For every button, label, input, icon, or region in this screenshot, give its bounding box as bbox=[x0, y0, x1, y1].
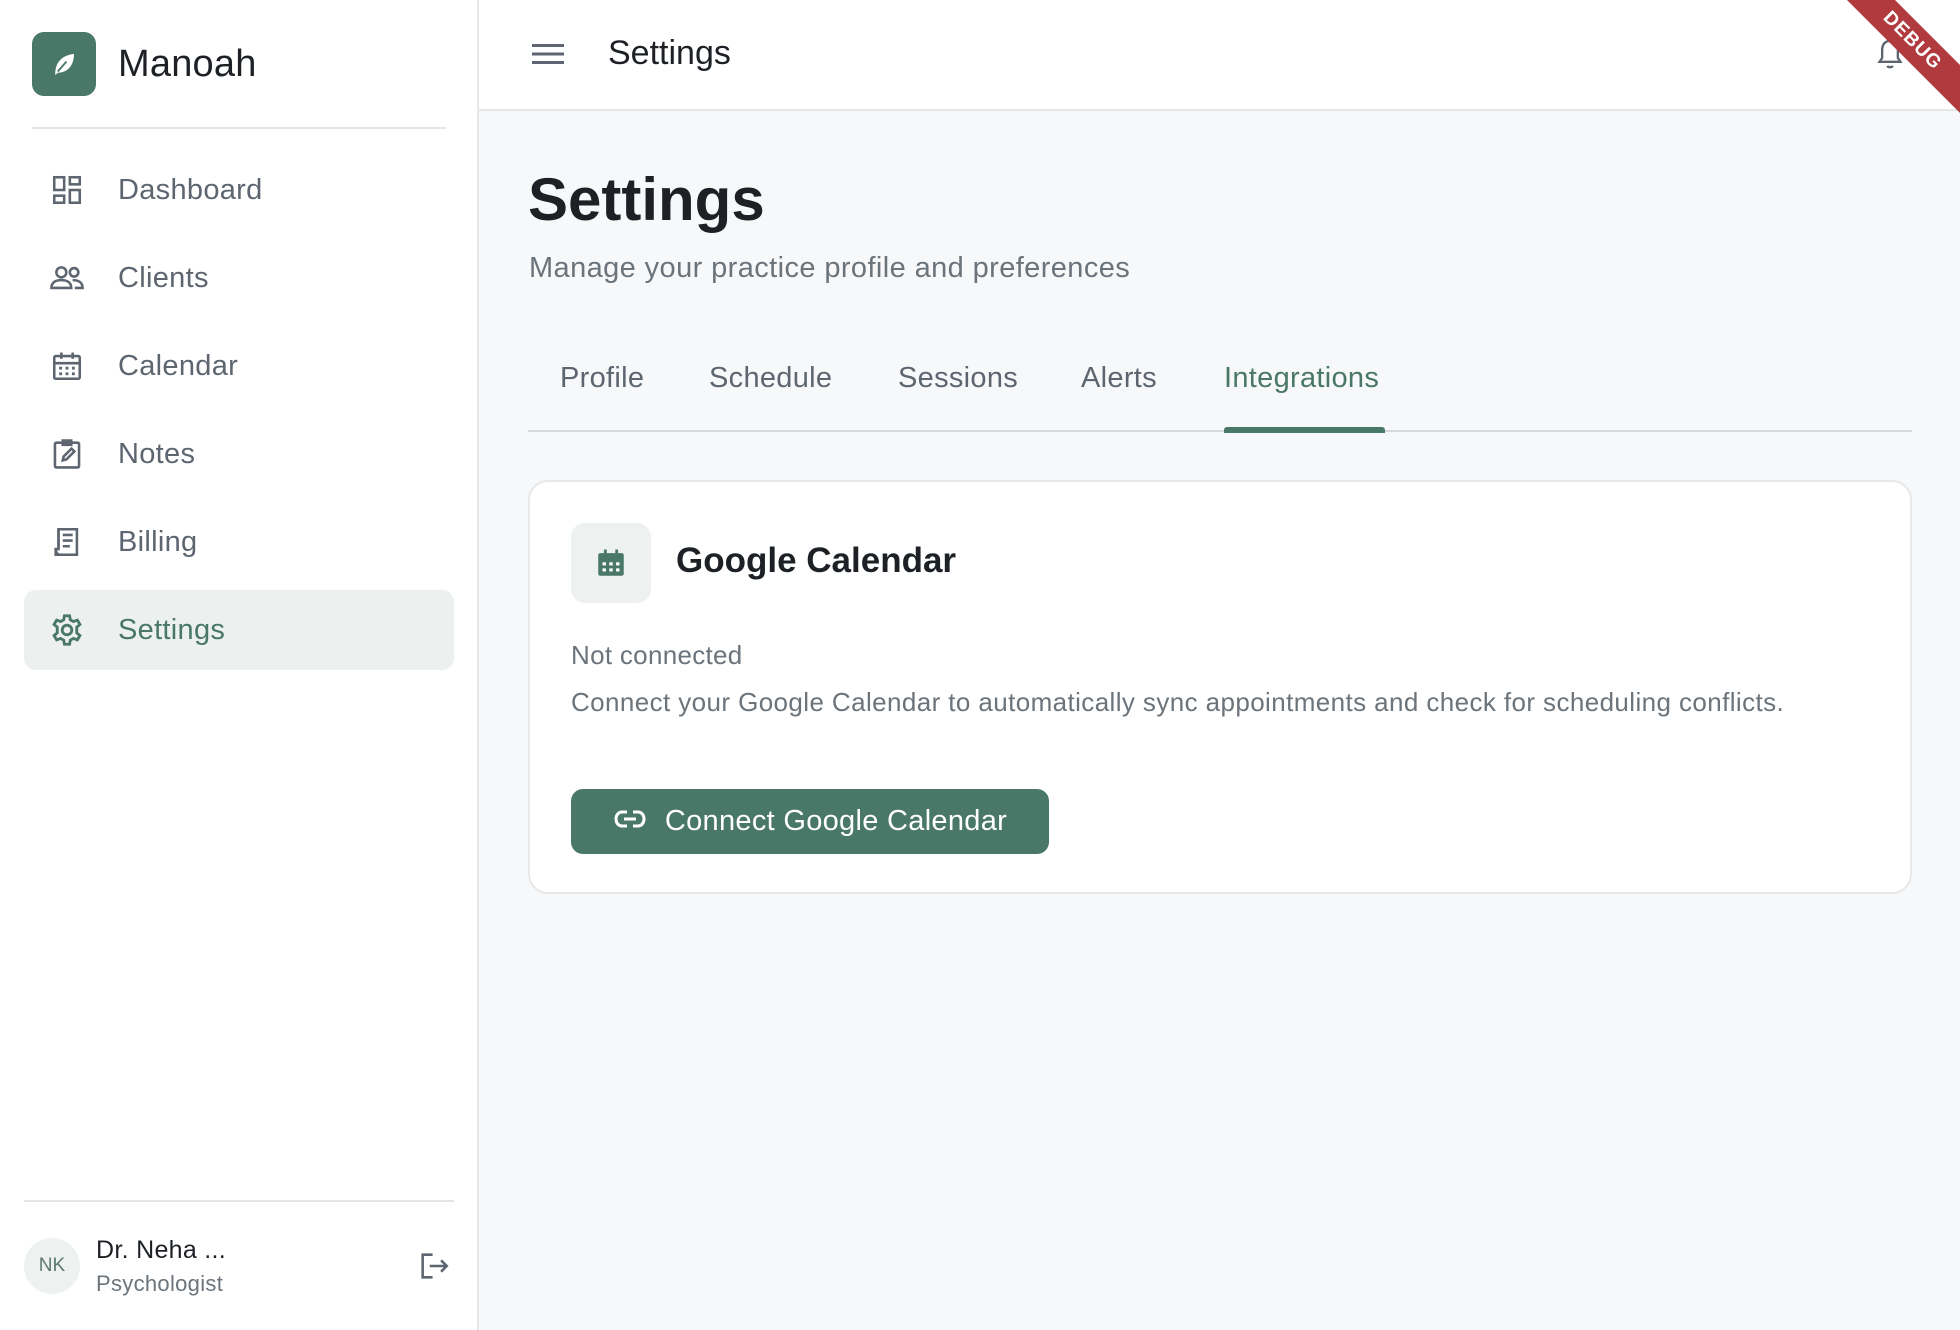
sidebar-item-label: Clients bbox=[118, 261, 209, 294]
connection-status: Not connected bbox=[571, 640, 743, 670]
connect-button-label: Connect Google Calendar bbox=[664, 805, 1008, 837]
sidebar-item-label: Notes bbox=[118, 437, 196, 470]
sidebar-item-calendar[interactable]: Calendar bbox=[24, 326, 454, 406]
logout-icon bbox=[417, 1249, 451, 1288]
user-info: Dr. Neha ... Psychologist bbox=[96, 1236, 226, 1297]
calendar-icon bbox=[571, 523, 651, 603]
topbar-title: Settings bbox=[608, 34, 731, 72]
page-title: Settings bbox=[528, 166, 765, 233]
leaf-logo-icon bbox=[32, 32, 96, 96]
user-role: Psychologist bbox=[96, 1270, 224, 1296]
divider bbox=[24, 1200, 454, 1202]
sidebar-item-label: Dashboard bbox=[118, 173, 263, 206]
logout-button[interactable] bbox=[414, 1248, 454, 1288]
receipt-icon bbox=[48, 523, 86, 561]
calendar-icon bbox=[48, 347, 86, 385]
gear-icon bbox=[48, 611, 86, 649]
connect-google-calendar-button[interactable]: Connect Google Calendar bbox=[571, 789, 1049, 854]
top-bar: Settings DEBUG bbox=[479, 0, 1960, 120]
sidebar-item-notes[interactable]: Notes bbox=[24, 414, 454, 494]
divider bbox=[32, 127, 446, 129]
integration-title: Google Calendar bbox=[676, 541, 957, 580]
sidebar-item-dashboard[interactable]: Dashboard bbox=[24, 150, 454, 230]
tab-schedule[interactable]: Schedule bbox=[709, 362, 832, 395]
note-edit-icon bbox=[48, 435, 86, 473]
tab-alerts[interactable]: Alerts bbox=[1081, 362, 1157, 395]
avatar[interactable]: NK bbox=[24, 1238, 80, 1294]
sidebar-item-label: Billing bbox=[118, 525, 198, 558]
sidebar-item-settings[interactable]: Settings bbox=[24, 590, 454, 670]
debug-banner: DEBUG bbox=[1840, 0, 1960, 120]
sidebar: Manoah Dashboard Clients Calendar Notes bbox=[0, 0, 479, 1330]
tab-profile[interactable]: Profile bbox=[560, 362, 644, 395]
sidebar-item-label: Calendar bbox=[118, 349, 239, 382]
page-subtitle: Manage your practice profile and prefere… bbox=[529, 252, 1131, 284]
google-calendar-integration-card: Google Calendar Not connected Connect yo… bbox=[528, 480, 1912, 894]
tab-sessions[interactable]: Sessions bbox=[898, 362, 1018, 395]
active-tab-indicator bbox=[1224, 427, 1385, 433]
sidebar-item-label: Settings bbox=[118, 613, 226, 646]
sidebar-item-billing[interactable]: Billing bbox=[24, 502, 454, 582]
hamburger-menu-icon bbox=[531, 41, 565, 72]
app-name: Manoah bbox=[118, 42, 257, 85]
integration-description: Connect your Google Calendar to automati… bbox=[571, 687, 1785, 717]
link-icon bbox=[613, 808, 647, 835]
people-icon bbox=[48, 259, 86, 297]
menu-button[interactable] bbox=[531, 38, 565, 74]
debug-label: DEBUG bbox=[1840, 0, 1960, 120]
user-name: Dr. Neha ... bbox=[96, 1235, 227, 1264]
sidebar-item-clients[interactable]: Clients bbox=[24, 238, 454, 318]
dashboard-icon bbox=[48, 171, 86, 209]
brand: Manoah bbox=[32, 32, 257, 96]
tab-integrations[interactable]: Integrations bbox=[1224, 362, 1379, 395]
settings-tabs: Profile Schedule Sessions Alerts Integra… bbox=[528, 352, 1912, 433]
sidebar-nav: Dashboard Clients Calendar Notes Billing bbox=[24, 150, 454, 678]
user-profile: NK Dr. Neha ... Psychologist bbox=[24, 1236, 454, 1297]
